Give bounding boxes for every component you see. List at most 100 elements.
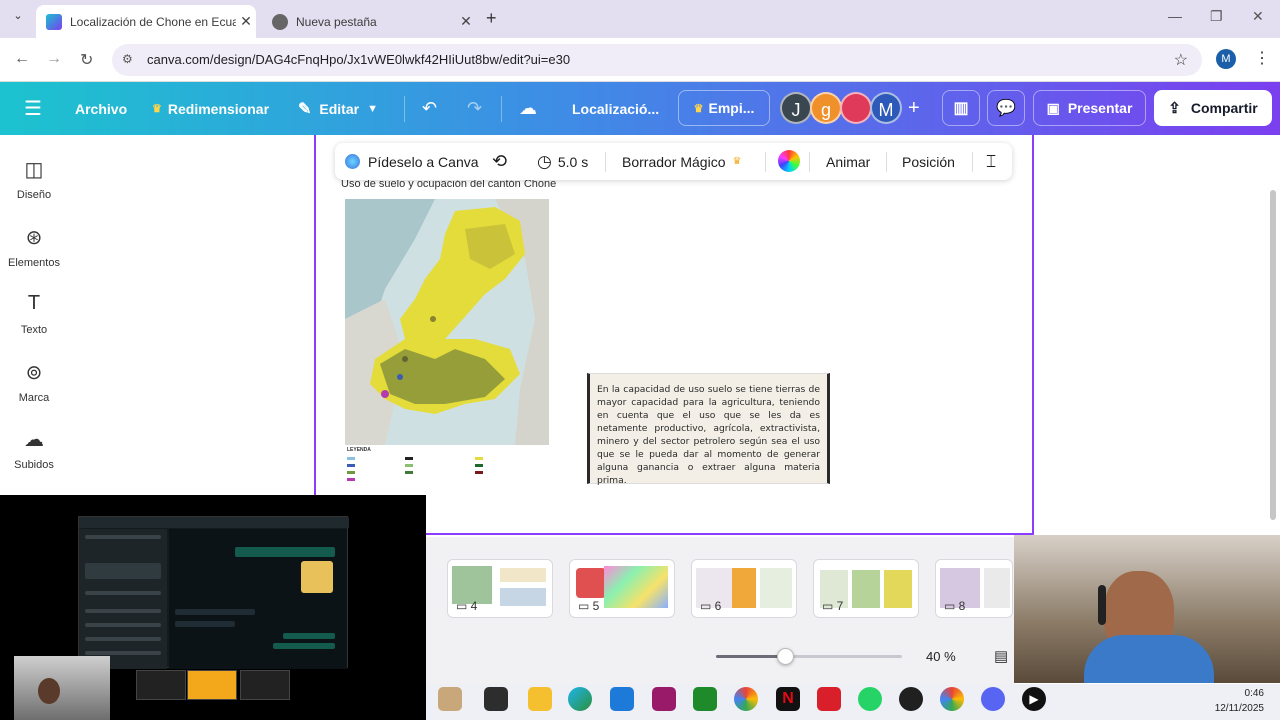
canva-header: ☰ Archivo ♛ Redimensionar ✎ Editar ▼ ↶ ↷…	[0, 82, 1280, 135]
zoom-slider-handle[interactable]	[777, 648, 794, 665]
sidebar-item-texto[interactable]: T Texto	[0, 292, 68, 336]
thumbnail-map	[576, 568, 606, 598]
magic-eraser-button[interactable]: Borrador Mágico ♛	[622, 143, 741, 180]
browser-tab-new[interactable]: Nueva pestaña ✕	[262, 5, 476, 38]
add-collaborator-plus-icon[interactable]: +	[908, 82, 920, 135]
upgrade-pill[interactable]: ♛ Empi...	[678, 90, 770, 126]
netflix-icon[interactable]: N	[776, 687, 800, 711]
wps-office-icon[interactable]	[817, 687, 841, 711]
collaborator-avatar[interactable]: J	[780, 92, 812, 124]
animate-button[interactable]: Animar	[826, 143, 870, 180]
zoom-level[interactable]: 40 %	[926, 649, 956, 664]
redo-icon[interactable]: ↷	[467, 82, 482, 135]
ask-canva-button[interactable]: Pídeselo a Canva	[345, 143, 479, 180]
thumbnail-map	[884, 570, 912, 608]
new-tab-plus-icon[interactable]: +	[486, 8, 497, 29]
archivo-menu[interactable]: Archivo	[75, 82, 127, 135]
compartir-button[interactable]: ⇪ Compartir	[1154, 90, 1272, 126]
divider	[605, 152, 606, 172]
reload-icon[interactable]: ↻	[80, 50, 93, 70]
undo-icon[interactable]: ↶	[422, 82, 437, 135]
tab-search-dropdown-icon[interactable]: ⌄	[8, 9, 28, 29]
bookmark-star-icon[interactable]: ☆	[1174, 50, 1188, 70]
back-arrow-icon[interactable]: ←	[14, 50, 30, 68]
minimize-icon[interactable]: —	[1168, 8, 1182, 24]
forward-arrow-icon[interactable]: →	[46, 50, 62, 68]
page-thumbnail[interactable]: ▭ 4	[447, 559, 553, 618]
xbox-icon[interactable]	[693, 687, 717, 711]
instagram-icon[interactable]	[652, 687, 676, 711]
site-settings-icon[interactable]: ⚙	[122, 52, 133, 66]
refresh-sparkle-icon[interactable]: ⟲	[492, 143, 507, 180]
page-thumbnail[interactable]: ▭ 5	[569, 559, 675, 618]
zoom-slider-fill	[716, 655, 785, 658]
chrome-profile-icon[interactable]	[940, 687, 964, 711]
omnibox[interactable]: ⚙ canva.com/design/DAG4cFnqHpo/Jx1vWE0lw…	[112, 44, 1202, 76]
collaborator-avatar[interactable]	[840, 92, 872, 124]
body-text-box[interactable]: En la capacidad de uso suelo se tiene ti…	[587, 373, 830, 486]
page-thumbnail[interactable]: ▭ 6	[691, 559, 797, 618]
vertical-scrollbar[interactable]	[1270, 190, 1276, 520]
page-thumbnail[interactable]: ▭ 7	[813, 559, 919, 618]
presentar-label: Presentar	[1067, 100, 1133, 116]
sidebar-item-marca[interactable]: ⊚ Marca	[0, 360, 68, 404]
close-window-icon[interactable]: ✕	[1252, 8, 1264, 25]
sidebar-item-subidos[interactable]: ☁ Subidos	[0, 427, 68, 471]
discord-icon[interactable]	[981, 687, 1005, 711]
compartir-label: Compartir	[1190, 100, 1258, 116]
position-button[interactable]: Posición	[902, 143, 955, 180]
editar-menu[interactable]: ✎ Editar ▼	[298, 82, 378, 135]
windows-taskbar	[426, 684, 1280, 720]
grid-view-icon[interactable]: ▤	[994, 647, 1014, 665]
close-tab-icon[interactable]: ✕	[236, 13, 256, 30]
close-tab-icon[interactable]: ✕	[456, 13, 476, 30]
obs-studio-icon[interactable]	[899, 687, 923, 711]
collaborator-avatar[interactable]: M	[870, 92, 902, 124]
map-legend: LEYENDA	[345, 445, 549, 487]
whatsapp-icon[interactable]	[858, 687, 882, 711]
page-number: ▭ 4	[456, 599, 478, 613]
message-bubble	[175, 609, 255, 615]
tab-title: Localización de Chone en Ecuad	[70, 14, 236, 29]
file-explorer-icon[interactable]	[528, 687, 552, 711]
duration-button[interactable]: ◷ 5.0 s	[537, 143, 588, 180]
profile-avatar[interactable]: M	[1216, 49, 1236, 69]
legend-swatch	[347, 464, 355, 467]
design-title[interactable]: Localizació...	[572, 82, 659, 135]
pencil-icon: ✎	[298, 100, 312, 118]
microsoft-store-icon[interactable]	[610, 687, 634, 711]
context-toolbar: Pídeselo a Canva ⟲ ◷ 5.0 s Borrador Mági…	[335, 143, 1012, 180]
list-item	[85, 563, 161, 579]
paint-roller-icon[interactable]: ⌶	[986, 143, 996, 180]
terminal-icon[interactable]	[484, 687, 508, 711]
message-bubble	[175, 621, 235, 627]
media-player-icon[interactable]: ▶	[1022, 687, 1046, 711]
color-wheel-icon[interactable]	[778, 150, 800, 172]
presentar-button[interactable]: ▣ Presentar	[1033, 90, 1146, 126]
hamburger-icon[interactable]: ☰	[24, 82, 42, 135]
clock-date: 12/11/2025	[1214, 703, 1264, 714]
legend-swatch	[405, 471, 413, 474]
divider	[404, 96, 405, 122]
browser-menu-icon[interactable]: ⋮	[1254, 48, 1270, 68]
redimensionar-button[interactable]: ♛ Redimensionar	[152, 82, 269, 135]
taskbar-app-icon[interactable]	[438, 687, 462, 711]
edge-browser-icon[interactable]	[568, 687, 592, 711]
collaborator-avatar[interactable]: g	[810, 92, 842, 124]
land-use-map-image[interactable]	[345, 199, 549, 445]
divider	[765, 152, 766, 172]
insights-chart-icon[interactable]: ▥	[942, 90, 980, 126]
comment-icon[interactable]: 💬	[987, 90, 1025, 126]
list-item	[85, 623, 161, 627]
url-text[interactable]: canva.com/design/DAG4cFnqHpo/Jx1vWE0lwkf…	[147, 52, 570, 67]
restore-icon[interactable]: ❐	[1210, 8, 1223, 25]
system-clock[interactable]: 0:46 12/11/2025	[1215, 686, 1264, 716]
chrome-icon[interactable]	[734, 687, 758, 711]
page-thumbnail[interactable]: ▭ 8	[935, 559, 1013, 618]
sidebar-item-diseno[interactable]: ◫ Diseño	[0, 157, 68, 201]
cloud-saved-icon[interactable]: ☁	[519, 82, 537, 135]
browser-tab-active[interactable]: Localización de Chone en Ecuad ✕	[36, 5, 256, 38]
legend-swatch	[347, 478, 355, 481]
sidebar-item-elementos[interactable]: ⊛ Elementos	[0, 225, 68, 269]
divider	[501, 96, 502, 122]
